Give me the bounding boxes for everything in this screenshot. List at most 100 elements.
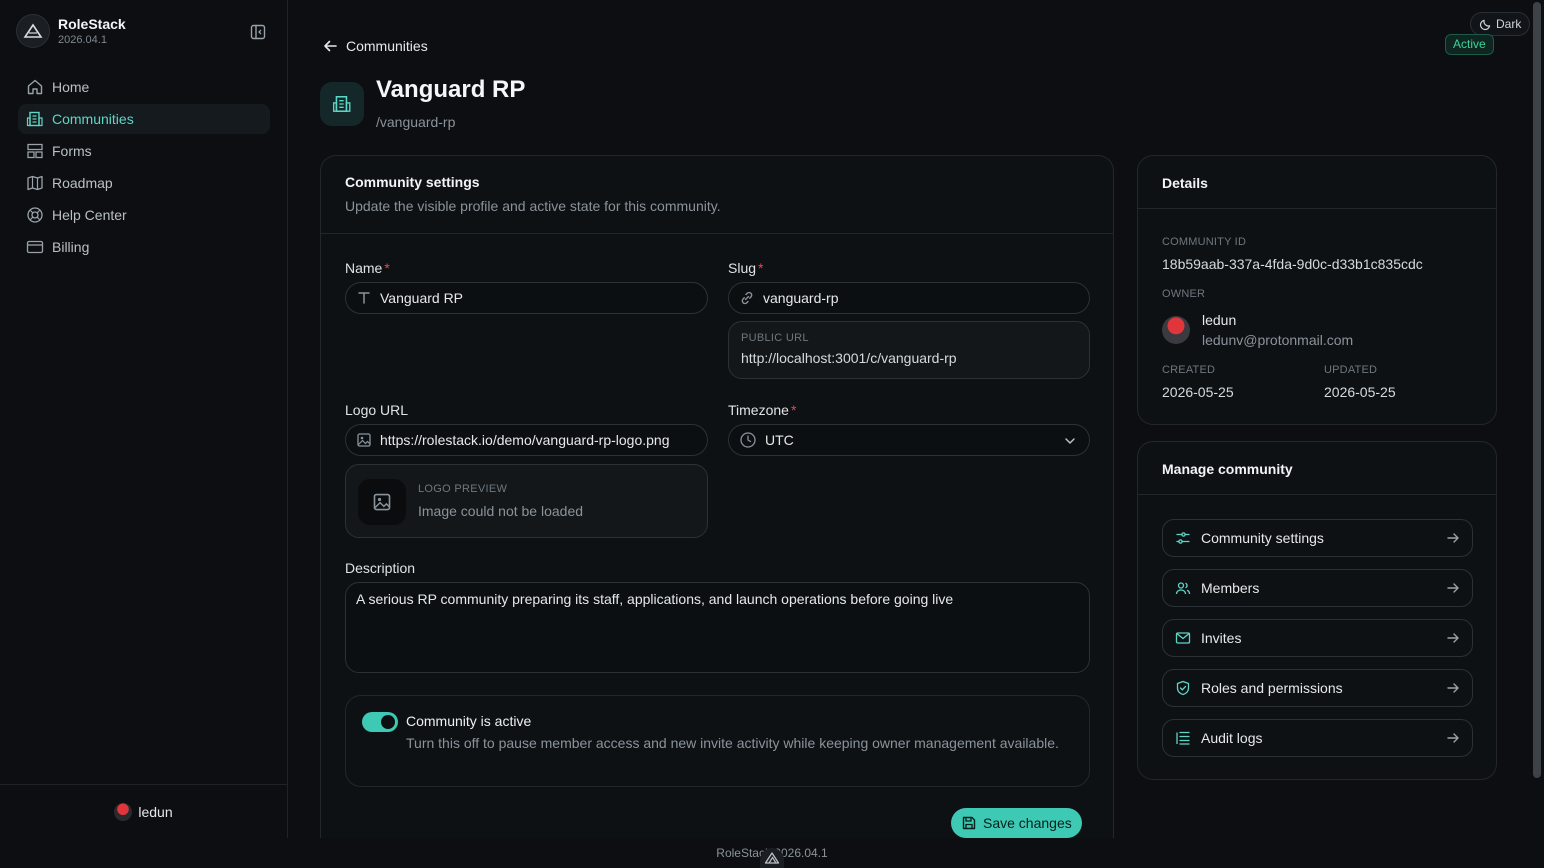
- manage-header: Manage community: [1138, 442, 1496, 495]
- sidebar-item-label: Communities: [52, 111, 134, 127]
- image-placeholder-icon: [358, 479, 406, 525]
- created-label: CREATED: [1162, 364, 1216, 376]
- layout-icon: [27, 143, 43, 159]
- chevron-down-icon: [1065, 438, 1075, 444]
- sidebar-item-label: Home: [52, 79, 90, 95]
- manage-community-card: Manage community Community settings Memb…: [1137, 441, 1497, 780]
- slug-input[interactable]: vanguard-rp: [728, 282, 1090, 314]
- devtools-logo-icon[interactable]: [760, 848, 784, 868]
- scrollbar-thumb[interactable]: [1533, 2, 1541, 778]
- public-url-caption: PUBLIC URL: [741, 332, 809, 344]
- user-menu[interactable]: ledun: [0, 784, 287, 838]
- building-icon: [26, 111, 43, 127]
- status-badge: Active: [1445, 34, 1494, 55]
- active-toggle-label: Community is active: [406, 713, 532, 729]
- timezone-select[interactable]: UTC: [728, 424, 1090, 456]
- name-input-value: Vanguard RP: [380, 290, 464, 306]
- save-icon: [962, 816, 976, 830]
- sidebar-item-label: Help Center: [52, 207, 127, 223]
- image-icon: [357, 433, 371, 447]
- footer: RoleStack 2026.04.1: [0, 838, 1544, 868]
- save-button[interactable]: Save changes: [951, 808, 1082, 838]
- owner-avatar: [1162, 316, 1190, 344]
- active-toggle[interactable]: [362, 712, 398, 732]
- arrow-right-icon: [1447, 533, 1459, 543]
- manage-item-members[interactable]: Members: [1162, 569, 1473, 607]
- card-title: Community settings: [345, 174, 480, 190]
- sidebar-item-roadmap[interactable]: Roadmap: [18, 168, 270, 198]
- sidebar-item-help-center[interactable]: Help Center: [18, 200, 270, 230]
- details-header: Details: [1138, 156, 1496, 209]
- sidebar-nav: Home Communities Forms Roadmap Help Cent…: [18, 72, 270, 264]
- arrow-right-icon: [1447, 583, 1459, 593]
- logo-preview-message: Image could not be loaded: [418, 503, 584, 519]
- description-textarea[interactable]: A serious RP community preparing its sta…: [345, 582, 1090, 673]
- details-title: Details: [1162, 175, 1208, 191]
- manage-title: Manage community: [1162, 461, 1293, 477]
- sliders-icon: [1176, 532, 1190, 544]
- theme-label: Dark: [1496, 17, 1522, 31]
- avatar: [114, 802, 133, 821]
- owner-email: ledunv@protonmail.com: [1202, 332, 1354, 348]
- arrow-right-icon: [1447, 733, 1459, 743]
- logo-url-value: https://rolestack.io/demo/vanguard-rp-lo…: [380, 432, 670, 448]
- brand-logo-icon: [16, 14, 50, 48]
- sidebar-item-billing[interactable]: Billing: [18, 232, 270, 262]
- active-setting: Community is active Turn this off to pau…: [345, 695, 1090, 787]
- manage-item-roles-and-permissions[interactable]: Roles and permissions: [1162, 669, 1473, 707]
- manage-item-label: Audit logs: [1201, 730, 1263, 746]
- public-url-value[interactable]: http://localhost:3001/c/vanguard-rp: [741, 350, 1077, 366]
- logo-preview-caption: LOGO PREVIEW: [418, 483, 508, 495]
- back-link[interactable]: Communities: [322, 38, 428, 54]
- user-name: ledun: [138, 803, 173, 820]
- card-subtitle: Update the visible profile and active st…: [345, 198, 721, 214]
- sidebar-collapse-icon[interactable]: [250, 24, 268, 40]
- theme-toggle-button[interactable]: Dark: [1470, 12, 1531, 36]
- card-header: Community settings Update the visible pr…: [321, 156, 1113, 234]
- sidebar: RoleStack 2026.04.1 Home Communities For…: [0, 0, 288, 838]
- text-type-icon: [358, 292, 370, 304]
- logo-url-label: Logo URL: [345, 402, 409, 418]
- arrow-right-icon: [1447, 633, 1459, 643]
- moon-icon: [1479, 19, 1491, 30]
- updated-label: UPDATED: [1324, 364, 1378, 376]
- sidebar-item-home[interactable]: Home: [18, 72, 270, 102]
- description-label: Description: [345, 560, 416, 576]
- public-url-box: PUBLIC URL http://localhost:3001/c/vangu…: [728, 321, 1090, 379]
- created-value: 2026-05-25: [1162, 384, 1234, 400]
- clock-icon: [740, 432, 756, 448]
- community-avatar-icon: [320, 82, 364, 126]
- toggle-knob: [381, 715, 395, 729]
- page-scrollbar[interactable]: [1530, 0, 1544, 838]
- name-label: Name *: [345, 260, 390, 276]
- logs-icon: [1176, 731, 1190, 745]
- owner-label: OWNER: [1162, 288, 1206, 300]
- sidebar-item-label: Billing: [52, 239, 90, 255]
- details-card: Details COMMUNITY ID 18b59aab-337a-4fda-…: [1137, 155, 1497, 425]
- app-name: RoleStack: [58, 16, 126, 32]
- sidebar-item-forms[interactable]: Forms: [18, 136, 270, 166]
- save-button-label: Save changes: [983, 815, 1072, 831]
- name-input[interactable]: Vanguard RP: [345, 282, 708, 314]
- link-icon: [741, 291, 753, 305]
- timezone-value: UTC: [765, 432, 794, 448]
- community-id-label: COMMUNITY ID: [1162, 236, 1247, 248]
- credit-card-icon: [26, 240, 44, 254]
- manage-item-audit-logs[interactable]: Audit logs: [1162, 719, 1473, 757]
- lifebuoy-icon: [27, 207, 43, 223]
- logo-url-input[interactable]: https://rolestack.io/demo/vanguard-rp-lo…: [345, 424, 708, 456]
- shield-icon: [1176, 680, 1190, 696]
- users-icon: [1175, 582, 1191, 595]
- community-id-value: 18b59aab-337a-4fda-9d0c-d33b1c835cdc: [1162, 256, 1423, 272]
- community-settings-card: Community settings Update the visible pr…: [320, 155, 1114, 855]
- updated-value: 2026-05-25: [1324, 384, 1396, 400]
- sidebar-item-communities[interactable]: Communities: [18, 104, 270, 134]
- brand[interactable]: RoleStack 2026.04.1: [16, 14, 126, 48]
- sidebar-item-label: Forms: [52, 143, 92, 159]
- manage-item-invites[interactable]: Invites: [1162, 619, 1473, 657]
- page-slug: /vanguard-rp: [376, 114, 456, 130]
- manage-item-community-settings[interactable]: Community settings: [1162, 519, 1473, 557]
- owner-name: ledun: [1202, 312, 1237, 328]
- manage-item-label: Community settings: [1201, 530, 1324, 546]
- manage-item-label: Roles and permissions: [1201, 680, 1343, 696]
